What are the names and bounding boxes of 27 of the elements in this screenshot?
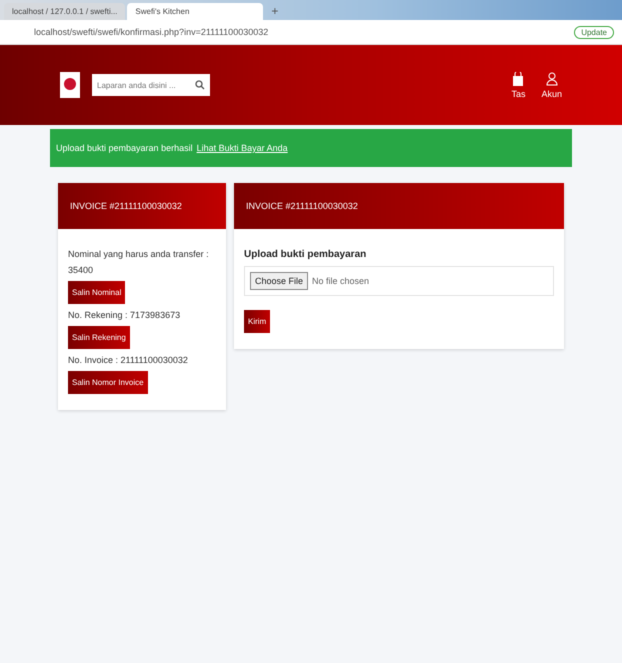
upload-label: Upload bukti pembayaran <box>244 249 366 260</box>
info-text: No. Rekening : 7173983673 <box>68 310 180 320</box>
bag-icon <box>512 72 524 86</box>
card-title: INVOICE #21111100030032 <box>246 201 358 211</box>
info-text: Nominal yang harus anda transfer : <box>68 249 209 259</box>
new-tab-button[interactable]: + <box>265 3 284 20</box>
nav-link[interactable]: Akun <box>541 88 562 98</box>
choose-file-button[interactable]: Choose File <box>250 272 308 290</box>
file-status: No file chosen <box>312 276 370 286</box>
copy-button[interactable]: Salin Nominal <box>68 281 126 304</box>
logo-icon <box>60 72 80 98</box>
card-title: INVOICE #21111100030032 <box>70 201 182 211</box>
browser-tab[interactable]: Swefi's Kitchen <box>127 3 264 20</box>
copy-button[interactable]: Salin Nomor Invoice <box>68 371 148 394</box>
file-input[interactable]: Choose File No file chosen <box>244 266 554 296</box>
user-icon <box>546 72 558 86</box>
info-text: No. Invoice : 21111100030032 <box>68 355 188 365</box>
address-bar[interactable]: localhost/swefti/swefi/konfirmasi.php?inv=21111100030032 <box>8 27 268 37</box>
info-text: 35400 <box>68 265 94 275</box>
nav-link[interactable]: Tas <box>511 88 526 98</box>
update-button[interactable]: Update <box>574 26 614 38</box>
copy-button[interactable]: Salin Rekening <box>68 326 130 349</box>
browser-tab[interactable]: localhost / 127.0.0.1 / swefti... <box>4 3 126 20</box>
search-field[interactable]: Laparan anda disini ... <box>92 74 210 96</box>
submit-button[interactable]: Kirim <box>244 310 270 333</box>
search-icon <box>195 80 205 90</box>
alert-message: Upload bukti pembayaran berhasil <box>56 143 193 153</box>
